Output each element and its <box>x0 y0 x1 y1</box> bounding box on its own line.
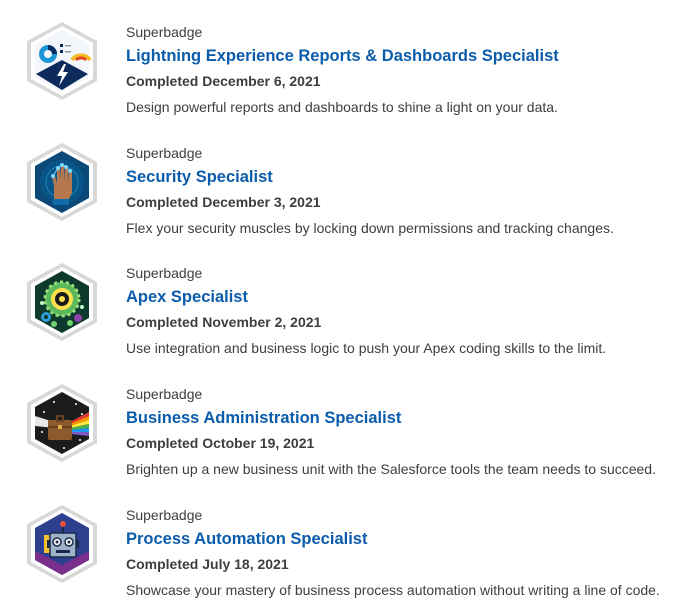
badge-type-label: Superbadge <box>126 507 203 523</box>
completed-date: Completed December 3, 2021 <box>126 194 321 210</box>
badge-type-label: Superbadge <box>126 145 203 161</box>
briefcase-prism-badge-icon[interactable] <box>24 382 100 464</box>
badge-type-label: Superbadge <box>126 24 203 40</box>
badge-description: Brighten up a new business unit with the… <box>126 461 656 477</box>
badge-description: Showcase your mastery of business proces… <box>126 582 660 598</box>
security-hand-badge-icon[interactable] <box>24 141 100 223</box>
badge-type-label: Superbadge <box>126 386 203 402</box>
badge-title-link[interactable]: Business Administration Specialist <box>126 409 401 428</box>
superbadge-list: Superbadge Lightning Experience Reports … <box>0 0 696 613</box>
badge-title-link[interactable]: Apex Specialist <box>126 288 248 307</box>
superbadge-item: Superbadge Process Automation Specialist… <box>0 485 696 598</box>
apex-gears-badge-icon[interactable] <box>24 261 100 343</box>
badge-type-label: Superbadge <box>126 265 203 281</box>
superbadge-item: Superbadge Apex Specialist Completed Nov… <box>0 243 696 356</box>
completed-date: Completed October 19, 2021 <box>126 435 315 451</box>
robot-badge-icon[interactable] <box>24 503 100 585</box>
superbadge-item: Superbadge Business Administration Speci… <box>0 364 696 477</box>
completed-date: Completed December 6, 2021 <box>126 73 321 89</box>
badge-title-link[interactable]: Lightning Experience Reports & Dashboard… <box>126 47 559 66</box>
badge-title-link[interactable]: Process Automation Specialist <box>126 530 367 549</box>
completed-date: Completed November 2, 2021 <box>126 314 322 330</box>
badge-description: Use integration and business logic to pu… <box>126 340 607 356</box>
badge-description: Flex your security muscles by locking do… <box>126 220 614 236</box>
superbadge-item: Superbadge Security Specialist Completed… <box>0 123 696 236</box>
superbadge-item: Superbadge Lightning Experience Reports … <box>0 2 696 115</box>
badge-title-link[interactable]: Security Specialist <box>126 168 273 187</box>
completed-date: Completed July 18, 2021 <box>126 556 289 572</box>
reports-dashboards-badge-icon[interactable] <box>24 20 100 102</box>
badge-description: Design powerful reports and dashboards t… <box>126 99 558 115</box>
